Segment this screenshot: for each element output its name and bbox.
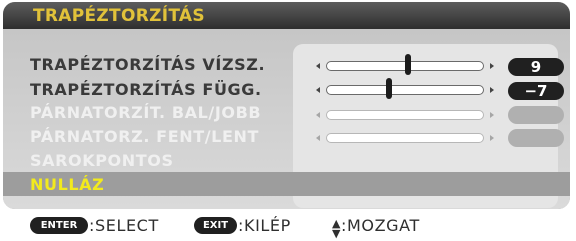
enter-hint: :SELECT [89, 216, 159, 235]
arrow-right-icon [490, 135, 494, 141]
exit-hint: :KILÉP [238, 216, 291, 235]
arrow-right-icon [490, 87, 494, 93]
horizontal-keystone-value: 9 [508, 58, 564, 76]
arrow-left-icon [316, 87, 320, 93]
pincushion-horizontal-value [508, 106, 564, 124]
move-hint: :MOZGAT [341, 216, 420, 235]
menu-item-reset[interactable]: NULLÁZ [30, 175, 104, 194]
menu-item-vertical-keystone[interactable]: TRAPÉZTORZÍTÁS FÜGG. [30, 80, 262, 99]
slider-track [326, 133, 484, 143]
slider-track [326, 85, 484, 95]
arrow-left-icon [316, 112, 320, 118]
pincushion-vertical-slider [316, 132, 494, 144]
menu-item-pincushion-horizontal: PÁRNATORZÍT. BAL/JOBB [30, 103, 262, 122]
menu-item-pincushion-vertical: PÁRNATORZ. FENT/LENT [30, 127, 260, 146]
key-hint-bar: ENTER :SELECT EXIT :KILÉP ▲ ▼ :MOZGAT [0, 212, 576, 239]
slider-knob[interactable] [405, 54, 412, 75]
enter-key-badge: ENTER [30, 217, 88, 234]
vertical-keystone-value: −7 [508, 82, 564, 100]
arrow-right-icon [490, 63, 494, 69]
arrow-right-icon [490, 112, 494, 118]
arrow-left-icon [316, 135, 320, 141]
menu-item-corner-correction: SAROKPONTOS [30, 151, 174, 170]
up-down-icon: ▲ ▼ [332, 217, 341, 240]
menu-title: TRAPÉZTORZÍTÁS [33, 6, 205, 26]
exit-key-badge: EXIT [194, 217, 237, 234]
slider-track [326, 110, 484, 120]
pincushion-horizontal-slider [316, 109, 494, 121]
title-bar: TRAPÉZTORZÍTÁS [3, 2, 570, 29]
menu-item-horizontal-keystone[interactable]: TRAPÉZTORZÍTÁS VÍZSZ. [30, 55, 265, 74]
horizontal-keystone-slider[interactable] [316, 54, 494, 75]
pincushion-vertical-value [508, 129, 564, 147]
vertical-keystone-slider[interactable] [316, 78, 494, 99]
slider-knob[interactable] [386, 78, 393, 99]
arrow-left-icon [316, 63, 320, 69]
